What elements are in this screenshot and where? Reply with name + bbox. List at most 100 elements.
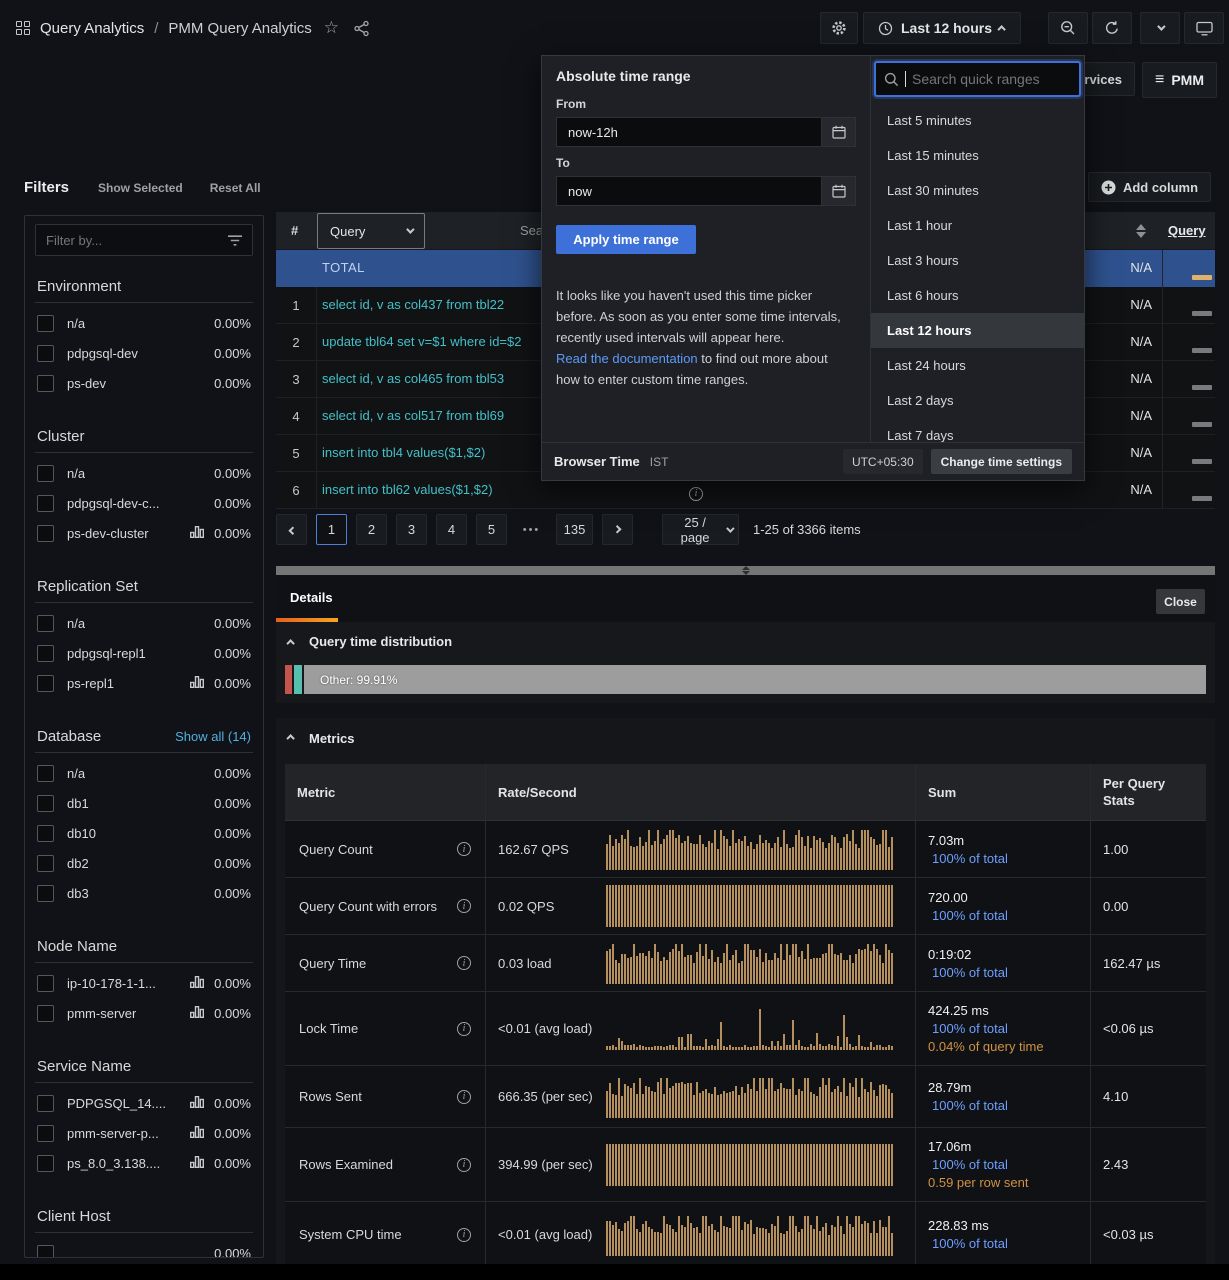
bar-chart-icon[interactable] xyxy=(190,976,204,991)
apps-grid-icon[interactable] xyxy=(16,21,30,35)
query-link[interactable]: select id, v as col437 from tbl22 xyxy=(322,297,504,312)
filter-checkbox[interactable] xyxy=(37,615,54,632)
filter-search-input[interactable]: Filter by... xyxy=(35,224,253,256)
filter-item[interactable]: n/a0.00% xyxy=(35,308,253,338)
filter-item[interactable]: n/a0.00% xyxy=(35,758,253,788)
metric-sum-percent-link[interactable]: 100% of total xyxy=(928,851,1008,866)
filter-checkbox[interactable] xyxy=(37,1155,54,1172)
filter-checkbox[interactable] xyxy=(37,825,54,842)
info-icon[interactable]: i xyxy=(457,1090,471,1104)
quick-range-option[interactable]: Last 12 hours xyxy=(871,313,1084,348)
sortable-column-header[interactable]: Query xyxy=(1168,223,1206,238)
filter-checkbox[interactable] xyxy=(37,675,54,692)
filter-item[interactable]: 0.00% xyxy=(35,1238,253,1258)
metric-sum-percent-link[interactable]: 100% of total xyxy=(928,1021,1008,1036)
filter-checkbox[interactable] xyxy=(37,645,54,662)
metric-sum-percent-link[interactable]: 100% of total xyxy=(928,1236,1008,1251)
show-all-link[interactable]: Show all (14) xyxy=(175,728,251,746)
quick-range-option[interactable]: Last 30 minutes xyxy=(871,173,1084,208)
query-link[interactable]: select id, v as col517 from tbl69 xyxy=(322,408,504,423)
quick-range-option[interactable]: Last 6 hours xyxy=(871,278,1084,313)
refresh-interval-dropdown[interactable] xyxy=(1140,12,1180,44)
quick-range-option[interactable]: Last 5 minutes xyxy=(871,103,1084,138)
query-link[interactable]: insert into tbl4 values($1,$2) xyxy=(322,445,485,460)
collapse-chevron-icon[interactable] xyxy=(286,734,294,742)
quick-range-option[interactable]: Last 15 minutes xyxy=(871,138,1084,173)
info-icon[interactable]: i xyxy=(457,1228,471,1242)
query-link[interactable]: select id, v as col465 from tbl53 xyxy=(322,371,504,386)
tv-mode-button[interactable] xyxy=(1184,12,1224,44)
to-input[interactable]: now xyxy=(556,176,822,206)
filter-checkbox[interactable] xyxy=(37,855,54,872)
filter-checkbox[interactable] xyxy=(37,525,54,542)
filter-checkbox[interactable] xyxy=(37,795,54,812)
info-icon[interactable]: i xyxy=(689,487,703,501)
close-details-button[interactable]: Close xyxy=(1156,589,1205,614)
filter-item[interactable]: n/a0.00% xyxy=(35,458,253,488)
filter-item[interactable]: db10.00% xyxy=(35,788,253,818)
filter-item[interactable]: ps-dev0.00% xyxy=(35,368,253,398)
breadcrumb-section[interactable]: Query Analytics xyxy=(40,20,144,37)
filter-checkbox[interactable] xyxy=(37,375,54,392)
filter-item[interactable]: db20.00% xyxy=(35,848,253,878)
favorite-star-icon[interactable]: ☆ xyxy=(324,18,339,38)
zoom-out-button[interactable] xyxy=(1048,12,1088,44)
info-icon[interactable]: i xyxy=(457,1158,471,1172)
filter-item[interactable]: PDPGSQL_14....0.00% xyxy=(35,1088,253,1118)
page-button-1[interactable]: 1 xyxy=(316,514,347,545)
info-icon[interactable]: i xyxy=(457,842,471,856)
filter-checkbox[interactable] xyxy=(37,495,54,512)
distribution-segment-red[interactable] xyxy=(285,665,292,694)
from-calendar-button[interactable] xyxy=(822,117,856,147)
query-link[interactable]: insert into tbl62 values($1,$2) xyxy=(322,482,493,497)
info-icon[interactable]: i xyxy=(457,956,471,970)
bar-chart-icon[interactable] xyxy=(190,1156,204,1171)
apply-time-range-button[interactable]: Apply time range xyxy=(556,225,696,254)
show-selected-link[interactable]: Show Selected xyxy=(98,181,183,195)
quick-range-option[interactable]: Last 7 days xyxy=(871,418,1084,442)
filter-checkbox[interactable] xyxy=(37,465,54,482)
filter-checkbox[interactable] xyxy=(37,765,54,782)
distribution-segment-teal[interactable] xyxy=(294,665,302,694)
page-button-2[interactable]: 2 xyxy=(356,514,387,545)
collapse-chevron-icon[interactable] xyxy=(286,639,294,647)
filter-checkbox[interactable] xyxy=(37,1245,54,1259)
quick-range-option[interactable]: Last 24 hours xyxy=(871,348,1084,383)
page-size-select[interactable]: 25 / page xyxy=(662,514,739,545)
refresh-button[interactable] xyxy=(1092,12,1132,44)
filter-item[interactable]: n/a0.00% xyxy=(35,608,253,638)
share-icon[interactable] xyxy=(353,20,370,37)
metric-sum-percent-link[interactable]: 100% of total xyxy=(928,1098,1008,1113)
page-button-4[interactable]: 4 xyxy=(436,514,467,545)
change-time-settings-button[interactable]: Change time settings xyxy=(931,449,1072,474)
quick-range-option[interactable]: Last 2 days xyxy=(871,383,1084,418)
filter-item[interactable]: pdpgsql-dev-c...0.00% xyxy=(35,488,253,518)
page-button-3[interactable]: 3 xyxy=(396,514,427,545)
sort-icon[interactable] xyxy=(1136,224,1146,238)
from-input[interactable]: now-12h xyxy=(556,117,822,147)
filter-item[interactable]: pmm-server0.00% xyxy=(35,998,253,1028)
next-page-button[interactable] xyxy=(602,514,633,545)
filter-checkbox[interactable] xyxy=(37,1005,54,1022)
filter-checkbox[interactable] xyxy=(37,1095,54,1112)
info-icon[interactable]: i xyxy=(457,899,471,913)
last-page-button[interactable]: 135 xyxy=(556,514,593,545)
distribution-segment-other[interactable]: Other: 99.91% xyxy=(304,665,1206,694)
quick-range-option[interactable]: Last 3 hours xyxy=(871,243,1084,278)
filter-item[interactable]: pdpgsql-repl10.00% xyxy=(35,638,253,668)
bar-chart-icon[interactable] xyxy=(190,1006,204,1021)
add-column-button[interactable]: Add column xyxy=(1088,172,1211,202)
bar-chart-icon[interactable] xyxy=(190,676,204,691)
metric-sum-percent-link[interactable]: 100% of total xyxy=(928,1157,1008,1172)
dimension-select[interactable]: Query xyxy=(317,213,425,249)
time-range-picker-button[interactable]: Last 12 hours xyxy=(863,12,1021,44)
dashboard-settings-button[interactable] xyxy=(820,12,858,44)
filter-checkbox[interactable] xyxy=(37,885,54,902)
read-documentation-link[interactable]: Read the documentation xyxy=(556,351,698,366)
info-icon[interactable]: i xyxy=(457,1022,471,1036)
filter-checkbox[interactable] xyxy=(37,315,54,332)
filter-item[interactable]: db30.00% xyxy=(35,878,253,908)
filter-checkbox[interactable] xyxy=(37,345,54,362)
filter-item[interactable]: ip-10-178-1-1...0.00% xyxy=(35,968,253,998)
tab-details[interactable]: Details xyxy=(290,590,333,605)
